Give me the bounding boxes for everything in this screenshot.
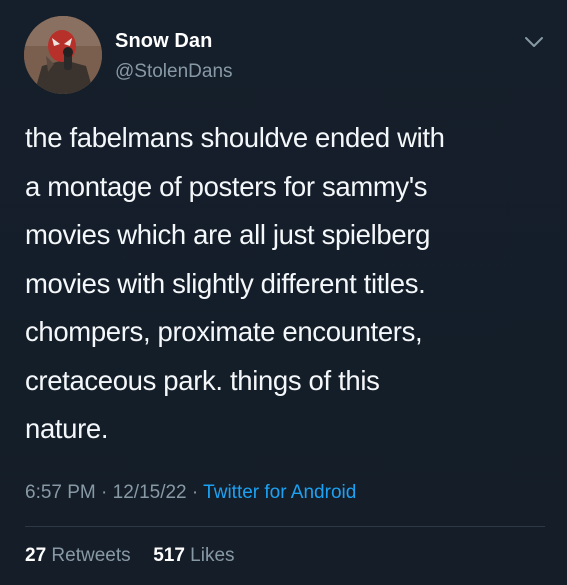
tweet-text-line: nature. bbox=[25, 413, 109, 444]
tweet-source-link[interactable]: Twitter for Android bbox=[203, 482, 356, 503]
tweet-text-line: chompers, proximate encounters, bbox=[25, 316, 423, 347]
retweets-stat[interactable]: 27 Retweets bbox=[25, 545, 136, 566]
tweet-text-line: cretaceous park. things of this bbox=[25, 364, 380, 396]
tweet-text-line: a montage of posters for sammy's bbox=[25, 170, 428, 202]
author-display-name[interactable]: Snow Dan bbox=[115, 30, 212, 53]
retweets-count: 27 bbox=[25, 545, 47, 566]
retweets-label: Retweets bbox=[51, 545, 131, 566]
tweet-text-line: movies with slightly different titles. bbox=[25, 267, 426, 299]
likes-count: 517 bbox=[153, 545, 185, 566]
tweet-text: the fabelmans shouldve ended with a mont… bbox=[25, 114, 545, 454]
tweet-card: Snow Dan @StolenDans the fabelmans shoul… bbox=[0, 0, 567, 585]
meta-separator: · bbox=[191, 482, 199, 503]
author-handle[interactable]: @StolenDans bbox=[115, 61, 233, 83]
tweet-text-line: the fabelmans shouldve ended with bbox=[25, 122, 445, 153]
avatar-image bbox=[24, 16, 102, 94]
tweet-time[interactable]: 6:57 PM bbox=[25, 482, 96, 503]
meta-separator: · bbox=[101, 482, 108, 503]
likes-label: Likes bbox=[190, 545, 235, 566]
tweet-header: Snow Dan @StolenDans bbox=[24, 16, 547, 100]
tweet-date[interactable]: 12/15/22 bbox=[113, 482, 187, 503]
divider bbox=[25, 526, 545, 527]
chevron-down-icon[interactable] bbox=[523, 34, 545, 50]
tweet-stats: 27 Retweets 517 Likes bbox=[25, 545, 235, 567]
avatar[interactable] bbox=[24, 16, 102, 94]
likes-stat[interactable]: 517 Likes bbox=[153, 545, 234, 566]
tweet-text-line: movies which are all just spielberg bbox=[25, 219, 431, 250]
tweet-metadata: 6:57 PM · 12/15/22 · Twitter for Android bbox=[25, 482, 356, 504]
